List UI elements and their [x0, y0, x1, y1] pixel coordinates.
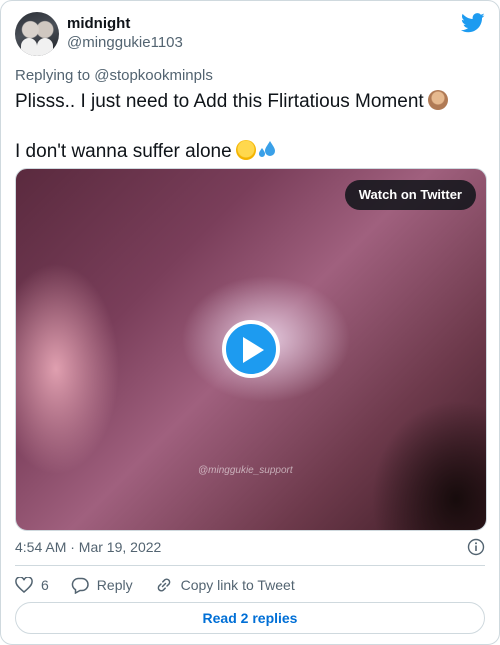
like-count: 6	[41, 577, 49, 593]
avatar-figure-left	[21, 38, 37, 56]
divider	[15, 565, 485, 566]
info-icon[interactable]	[467, 538, 485, 556]
video-watermark: @minggukie_support	[198, 465, 293, 476]
link-icon	[157, 578, 170, 592]
reply-label: Reply	[96, 577, 133, 593]
reply-icon	[71, 577, 89, 594]
avatar-figure-right	[37, 38, 53, 56]
sweat-droplets-emoji	[258, 141, 275, 157]
heart-icon	[15, 577, 33, 593]
read-replies-button[interactable]: Read 2 replies	[15, 602, 485, 634]
copy-link-action[interactable]: Copy link to Tweet	[155, 576, 295, 594]
pleading-face-emoji	[235, 140, 256, 160]
tweet-timestamp[interactable]: 4:54 AM · Mar 19, 2022	[15, 539, 161, 555]
like-action[interactable]: 6	[15, 577, 49, 593]
tweet-line-2-text: I don't wanna suffer alone	[15, 141, 232, 162]
tweet-actions: 6 Reply Copy link to Tweet	[15, 575, 317, 595]
display-name[interactable]: midnight	[67, 15, 183, 33]
user-names: midnight @minggukie1103	[67, 15, 183, 53]
tweet-header: midnight @minggukie1103	[15, 11, 485, 57]
tweet-line-1: Plisss.. I just need to Add this Flirtat…	[15, 89, 485, 114]
replying-to[interactable]: Replying to @stopkookminpls	[15, 67, 213, 84]
play-button[interactable]	[222, 320, 280, 378]
video-player[interactable]: Watch on Twitter @minggukie_support	[15, 168, 487, 531]
user-handle[interactable]: @minggukie1103	[67, 33, 183, 53]
tweet-card: midnight @minggukie1103 Replying to @sto…	[0, 0, 500, 645]
reply-action[interactable]: Reply	[71, 577, 133, 594]
twitter-bird-icon[interactable]	[461, 13, 485, 33]
avatar[interactable]	[15, 12, 59, 56]
see-no-evil-monkey-emoji	[427, 90, 448, 110]
play-icon	[243, 337, 264, 363]
tweet-line-1-text: Plisss.. I just need to Add this Flirtat…	[15, 91, 424, 112]
tweet-text: Plisss.. I just need to Add this Flirtat…	[15, 89, 485, 164]
watch-on-twitter-button[interactable]: Watch on Twitter	[344, 180, 476, 210]
copy-link-label: Copy link to Tweet	[180, 577, 295, 593]
tweet-line-2: I don't wanna suffer alone	[15, 139, 485, 164]
